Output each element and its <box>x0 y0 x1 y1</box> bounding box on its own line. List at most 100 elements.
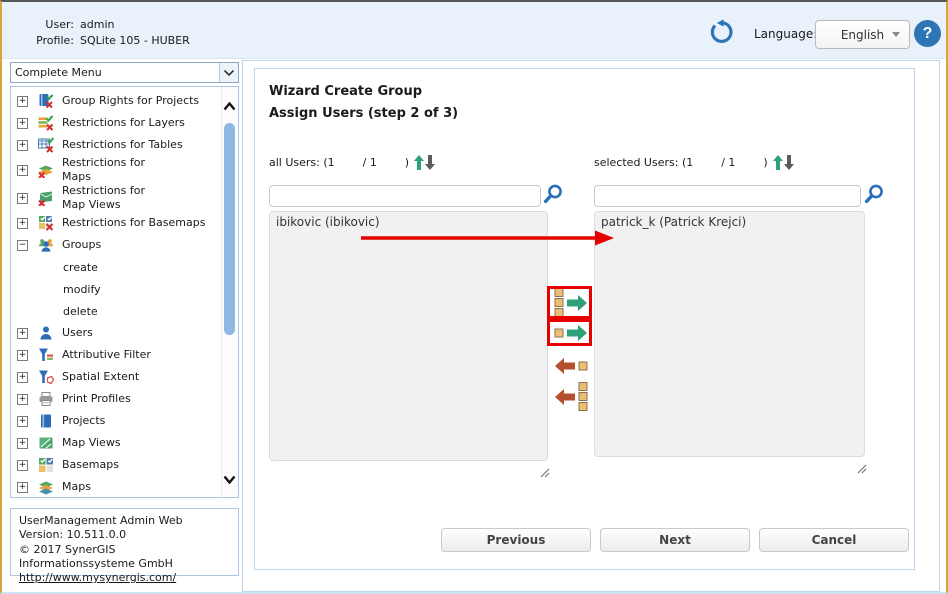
attributive-filter-icon <box>38 347 54 363</box>
all-users-header: all Users: (1 / 1 ) <box>269 155 436 170</box>
list-item[interactable]: patrick_k (Patrick Krejci) <box>595 212 864 232</box>
navigation-tree: + Group Rights for Projects + Restrictio… <box>10 86 239 498</box>
refresh-icon[interactable] <box>708 19 734 45</box>
help-icon[interactable]: ? <box>914 20 941 47</box>
tree-expander-icon[interactable]: + <box>17 218 28 229</box>
search-icon[interactable] <box>863 183 885 205</box>
tree-expander-icon[interactable]: + <box>17 482 28 493</box>
tree-expander-icon[interactable]: + <box>17 438 28 449</box>
sidebar-item-groups[interactable]: − Groups <box>11 234 222 256</box>
tree-expander-icon[interactable]: + <box>17 372 28 383</box>
scroll-up-icon[interactable] <box>223 96 236 115</box>
tree-expander-icon[interactable]: + <box>17 118 28 129</box>
group-rights-for-projects-icon <box>38 93 54 109</box>
basemaps-icon <box>38 457 54 473</box>
about-copyright: © 2017 SynerGIS Informationssysteme GmbH <box>19 543 230 572</box>
resize-grip-icon[interactable] <box>856 459 867 478</box>
sidebar-item-label: Restrictions for Map Views <box>62 184 145 212</box>
sidebar-item-users[interactable]: + Users <box>11 322 222 344</box>
all-users-label: all Users: <box>269 156 323 169</box>
tree-expander-icon[interactable]: + <box>17 193 28 204</box>
sidebar-item-groups-modify[interactable]: modify <box>11 278 222 300</box>
header-bar: User: admin Profile: SQLite 105 - HUBER … <box>2 2 946 59</box>
profile-value: SQLite 105 - HUBER <box>80 34 190 47</box>
user-label: User: <box>22 18 74 31</box>
wizard-step-subtitle: Assign Users (step 2 of 3) <box>269 106 458 121</box>
sidebar-item-groups-delete[interactable]: delete <box>11 300 222 322</box>
sidebar-item-attributive-filter[interactable]: + Attributive Filter <box>11 344 222 366</box>
sidebar-item-restrictions-for-map-views[interactable]: + Restrictions for Map Views <box>11 184 222 212</box>
tree-expander-icon[interactable]: + <box>17 140 28 151</box>
sidebar-item-maps[interactable]: + Maps <box>11 476 222 497</box>
tree-expander-icon[interactable]: + <box>17 328 28 339</box>
selected-users-header: selected Users: (1 / 1 ) <box>594 155 795 170</box>
sidebar-item-label: Restrictions for Maps <box>62 156 145 184</box>
restrictions-for-maps-icon <box>38 162 54 178</box>
sort-arrows-icon[interactable] <box>773 155 795 170</box>
sidebar-item-basemaps[interactable]: + Basemaps <box>11 454 222 476</box>
groups-icon <box>38 237 54 253</box>
restrictions-for-layers-icon <box>38 115 54 131</box>
tree-items: + Group Rights for Projects + Restrictio… <box>11 87 222 497</box>
sidebar-item-label: Spatial Extent <box>62 370 139 384</box>
sidebar-item-label: Group Rights for Projects <box>62 94 199 108</box>
sidebar-item-label: Map Views <box>62 436 121 450</box>
sidebar-item-restrictions-for-maps[interactable]: + Restrictions for Maps <box>11 156 222 184</box>
tree-collapse-icon[interactable]: − <box>17 240 28 251</box>
move-all-right-button[interactable] <box>552 288 590 321</box>
tree-expander-icon[interactable]: + <box>17 96 28 107</box>
language-value: English <box>841 28 884 42</box>
all-users-search-input[interactable] <box>269 185 541 207</box>
tree-expander-icon[interactable]: + <box>17 416 28 427</box>
about-version: Version: 10.511.0.0 <box>19 528 230 542</box>
sidebar-item-map-views[interactable]: + Map Views <box>11 432 222 454</box>
language-select[interactable]: English <box>815 20 910 49</box>
wizard-panel: Wizard Create Group Assign Users (step 2… <box>254 68 915 570</box>
print-profiles-icon <box>38 391 54 407</box>
sidebar-item-print-profiles[interactable]: + Print Profiles <box>11 388 222 410</box>
move-one-right-button[interactable] <box>552 321 590 348</box>
tree-expander-icon[interactable]: + <box>17 460 28 471</box>
vendor-link[interactable]: http://www.mysynergis.com/ <box>19 571 176 584</box>
move-one-left-button[interactable] <box>552 354 590 381</box>
sidebar-item-projects[interactable]: + Projects <box>11 410 222 432</box>
tree-scrollbar[interactable] <box>221 87 238 497</box>
move-all-left-button[interactable] <box>552 382 590 415</box>
chevron-down-icon[interactable] <box>219 63 238 82</box>
sidebar-item-label: Attributive Filter <box>62 348 151 362</box>
menu-filter-select[interactable]: Complete Menu <box>10 62 239 83</box>
session-info: User: admin Profile: SQLite 105 - HUBER <box>22 18 190 47</box>
tree-expander-icon[interactable]: + <box>17 165 28 176</box>
all-users-list[interactable]: ibikovic (ibikovic) <box>269 211 548 461</box>
wizard-title: Wizard Create Group <box>269 84 422 99</box>
scrollbar-thumb[interactable] <box>224 123 235 335</box>
about-box: UserManagement Admin Web Version: 10.511… <box>10 508 239 576</box>
user-value: admin <box>80 18 190 31</box>
scroll-down-icon[interactable] <box>223 469 236 488</box>
resize-grip-icon[interactable] <box>539 463 550 482</box>
map-views-icon <box>38 435 54 451</box>
cancel-button[interactable]: Cancel <box>759 528 909 552</box>
selected-users-label: selected Users: <box>594 156 682 169</box>
list-item[interactable]: ibikovic (ibikovic) <box>270 212 547 232</box>
search-icon[interactable] <box>542 183 564 205</box>
users-icon <box>38 325 54 341</box>
next-button[interactable]: Next <box>600 528 750 552</box>
tree-expander-icon[interactable]: + <box>17 350 28 361</box>
previous-button[interactable]: Previous <box>441 528 591 552</box>
restrictions-for-tables-icon <box>38 137 54 153</box>
sidebar-item-restrictions-for-basemaps[interactable]: + Restrictions for Basemaps <box>11 212 222 234</box>
selected-users-list[interactable]: patrick_k (Patrick Krejci) <box>594 211 865 457</box>
sidebar-item-restrictions-for-layers[interactable]: + Restrictions for Layers <box>11 112 222 134</box>
sidebar-item-spatial-extent[interactable]: + Spatial Extent <box>11 366 222 388</box>
sort-arrows-icon[interactable] <box>414 155 436 170</box>
sidebar-item-restrictions-for-tables[interactable]: + Restrictions for Tables <box>11 134 222 156</box>
selected-users-search-input[interactable] <box>594 185 861 207</box>
maps-icon <box>38 479 54 495</box>
sidebar-item-groups-create[interactable]: create <box>11 256 222 278</box>
spatial-extent-icon <box>38 369 54 385</box>
tree-expander-icon[interactable]: + <box>17 394 28 405</box>
sidebar-item-group-rights-for-projects[interactable]: + Group Rights for Projects <box>11 90 222 112</box>
sidebar-item-label: Print Profiles <box>62 392 131 406</box>
language-label: Language: <box>754 27 817 41</box>
